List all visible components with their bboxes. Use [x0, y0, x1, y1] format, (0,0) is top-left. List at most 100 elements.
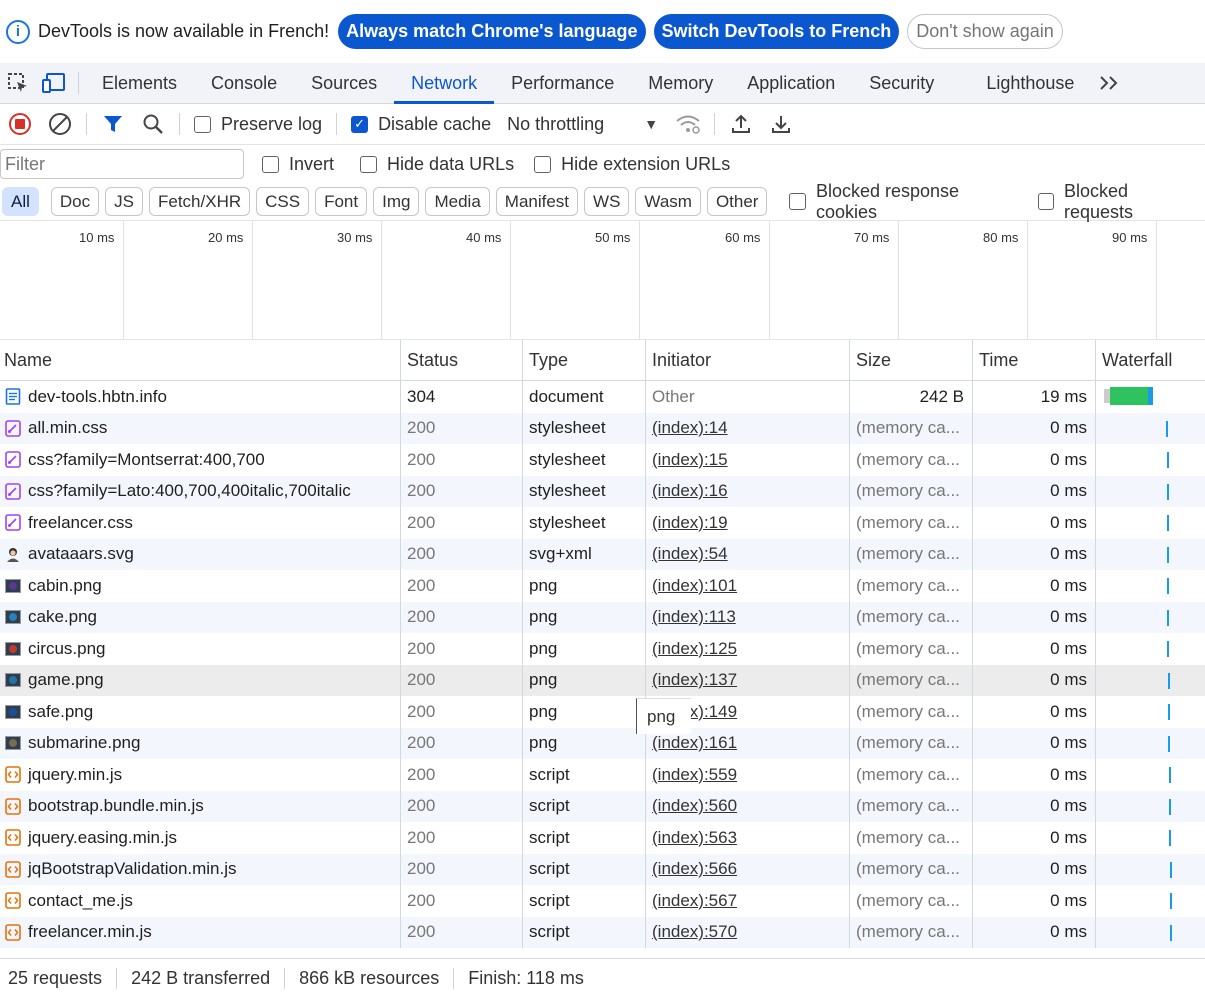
- table-row[interactable]: game.png 200 png (index):137 (memory ca... 0 …: [0, 664, 1205, 696]
- column-header-time[interactable]: Time: [973, 340, 1096, 381]
- hide-data-urls-box[interactable]: [360, 155, 378, 173]
- blocked-requests-checkbox[interactable]: Blocked requests: [1037, 181, 1197, 223]
- search-icon[interactable]: [133, 104, 173, 144]
- image-thumbnail-icon: [4, 735, 21, 752]
- table-row[interactable]: all.min.css 200 stylesheet (index):14 (memor…: [0, 412, 1205, 444]
- table-row[interactable]: cabin.png 200 png (index):101 (memory ca... 0…: [0, 570, 1205, 602]
- switch-to-french-button[interactable]: Switch DevTools to French: [653, 14, 900, 49]
- request-initiator[interactable]: (index):567: [646, 885, 850, 917]
- table-row[interactable]: jqBootstrapValidation.min.js 200 script (in…: [0, 853, 1205, 885]
- blocked-response-cookies-box[interactable]: [789, 193, 806, 210]
- column-header-name[interactable]: Name: [0, 340, 401, 381]
- import-har-icon[interactable]: [721, 104, 761, 144]
- resources-size: 866 kB resources: [285, 967, 455, 989]
- table-row[interactable]: contact_me.js 200 script (index):567 (memory…: [0, 885, 1205, 917]
- request-initiator[interactable]: (index):16: [646, 475, 850, 507]
- table-row[interactable]: freelancer.min.js 200 script (index):570 (me…: [0, 916, 1205, 948]
- request-time: 0 ms: [973, 696, 1096, 728]
- request-initiator[interactable]: (index):137: [646, 664, 850, 696]
- table-row[interactable]: cake.png 200 png (index):113 (memory ca... 0 …: [0, 601, 1205, 633]
- type-chip-img[interactable]: Img: [373, 187, 420, 216]
- preserve-log-checkbox[interactable]: Preserve log: [194, 114, 322, 135]
- hide-extension-urls-checkbox[interactable]: Hide extension URLs: [534, 154, 730, 175]
- column-header-size[interactable]: Size: [850, 340, 973, 381]
- type-chip-ws[interactable]: WS: [584, 187, 630, 216]
- filter-icon[interactable]: [93, 104, 133, 144]
- tab-application[interactable]: Application: [730, 63, 852, 103]
- request-initiator[interactable]: (index):125: [646, 633, 850, 665]
- match-language-button[interactable]: Always match Chrome's language: [338, 14, 646, 49]
- table-row[interactable]: jquery.min.js 200 script (index):559 (memory…: [0, 759, 1205, 791]
- table-row[interactable]: safe.png 200 png (index):149 (memory ca... 0 …: [0, 696, 1205, 728]
- request-initiator[interactable]: (index):563: [646, 822, 850, 854]
- table-row[interactable]: submarine.png 200 png (index):161 (memory ca…: [0, 727, 1205, 760]
- export-har-icon[interactable]: [761, 104, 801, 144]
- invert-checkbox[interactable]: Invert: [262, 154, 334, 175]
- throttling-select[interactable]: No throttling ▼: [507, 114, 658, 135]
- table-row[interactable]: circus.png 200 png (index):125 (memory ca...…: [0, 633, 1205, 665]
- dont-show-again-button[interactable]: Don't show again: [907, 14, 1063, 49]
- request-initiator[interactable]: (index):113: [646, 601, 850, 633]
- request-initiator[interactable]: (index):101: [646, 570, 850, 602]
- hide-data-urls-checkbox[interactable]: Hide data URLs: [360, 154, 514, 175]
- request-initiator[interactable]: (index):560: [646, 790, 850, 822]
- request-size: (memory ca...: [850, 727, 973, 759]
- blocked-requests-box[interactable]: [1037, 193, 1054, 210]
- type-chip-manifest[interactable]: Manifest: [495, 187, 579, 216]
- column-header-status[interactable]: Status: [401, 340, 523, 381]
- request-initiator[interactable]: (index):559: [646, 759, 850, 791]
- column-header-type[interactable]: Type: [523, 340, 646, 381]
- tab-memory[interactable]: Memory: [631, 63, 730, 103]
- waterfall-bar: [1167, 578, 1169, 594]
- table-row[interactable]: freelancer.css 200 stylesheet (index):19 (me…: [0, 507, 1205, 539]
- request-initiator[interactable]: (index):15: [646, 444, 850, 476]
- tab-elements[interactable]: Elements: [85, 63, 194, 103]
- clear-icon[interactable]: [40, 104, 80, 144]
- request-status: 200: [401, 727, 523, 759]
- tab-security[interactable]: Security: [852, 63, 951, 103]
- type-chip-fetchxhr[interactable]: Fetch/XHR: [148, 187, 251, 216]
- type-chip-media[interactable]: Media: [425, 187, 490, 216]
- table-row[interactable]: css?family=Lato:400,700,400italic,700ita…: [0, 475, 1205, 507]
- more-tabs-icon[interactable]: [1091, 63, 1127, 103]
- disable-cache-checkbox[interactable]: ✓ Disable cache: [351, 114, 491, 135]
- type-chip-all[interactable]: All: [2, 187, 39, 216]
- tab-lighthouse[interactable]: Lighthouse: [969, 63, 1091, 103]
- table-row[interactable]: dev-tools.hbtn.info 304 document Other 242 B…: [0, 381, 1205, 413]
- hide-extension-urls-box[interactable]: [534, 155, 552, 173]
- column-header-initiator[interactable]: Initiator: [646, 340, 850, 381]
- table-row[interactable]: avataaars.svg 200 svg+xml (index):54 (memory…: [0, 538, 1205, 570]
- request-waterfall: [1096, 791, 1205, 823]
- table-row[interactable]: css?family=Montserrat:400,700 200 styleshe…: [0, 444, 1205, 476]
- inspect-element-icon[interactable]: [0, 63, 36, 103]
- stop-recording-icon[interactable]: [0, 104, 40, 144]
- request-initiator[interactable]: (index):566: [646, 853, 850, 885]
- network-conditions-icon[interactable]: [668, 104, 708, 144]
- request-time: 0 ms: [973, 570, 1096, 602]
- preserve-log-box[interactable]: [194, 115, 211, 133]
- tab-performance[interactable]: Performance: [494, 63, 631, 103]
- table-row[interactable]: jquery.easing.min.js 200 script (index):563…: [0, 822, 1205, 854]
- type-chip-other[interactable]: Other: [706, 187, 768, 216]
- type-chip-js[interactable]: JS: [105, 187, 143, 216]
- table-row[interactable]: bootstrap.bundle.min.js 200 script (index):…: [0, 790, 1205, 823]
- type-chip-wasm[interactable]: Wasm: [635, 187, 701, 216]
- type-chip-doc[interactable]: Doc: [50, 187, 100, 216]
- invert-box[interactable]: [262, 155, 279, 173]
- request-initiator[interactable]: (index):570: [646, 916, 850, 948]
- tab-sources[interactable]: Sources: [294, 63, 394, 103]
- request-initiator[interactable]: (index):14: [646, 412, 850, 444]
- type-chip-css[interactable]: CSS: [256, 187, 310, 216]
- tab-console[interactable]: Console: [194, 63, 294, 103]
- device-toolbar-icon[interactable]: [36, 63, 72, 103]
- filter-input[interactable]: Filter: [0, 149, 244, 179]
- disable-cache-box[interactable]: ✓: [351, 115, 369, 133]
- tab-network[interactable]: Network: [394, 63, 495, 104]
- column-header-waterfall[interactable]: Waterfall: [1096, 340, 1205, 381]
- timeline-overview[interactable]: 10 ms 20 ms 30 ms 40 ms 50 ms 60 ms 70 ms 80 ms…: [0, 221, 1205, 340]
- type-chip-font[interactable]: Font: [315, 187, 368, 216]
- request-initiator[interactable]: (index):19: [646, 507, 850, 539]
- request-waterfall: [1096, 728, 1205, 760]
- request-initiator[interactable]: (index):54: [646, 538, 850, 570]
- blocked-response-cookies-checkbox[interactable]: Blocked response cookies: [789, 181, 1017, 223]
